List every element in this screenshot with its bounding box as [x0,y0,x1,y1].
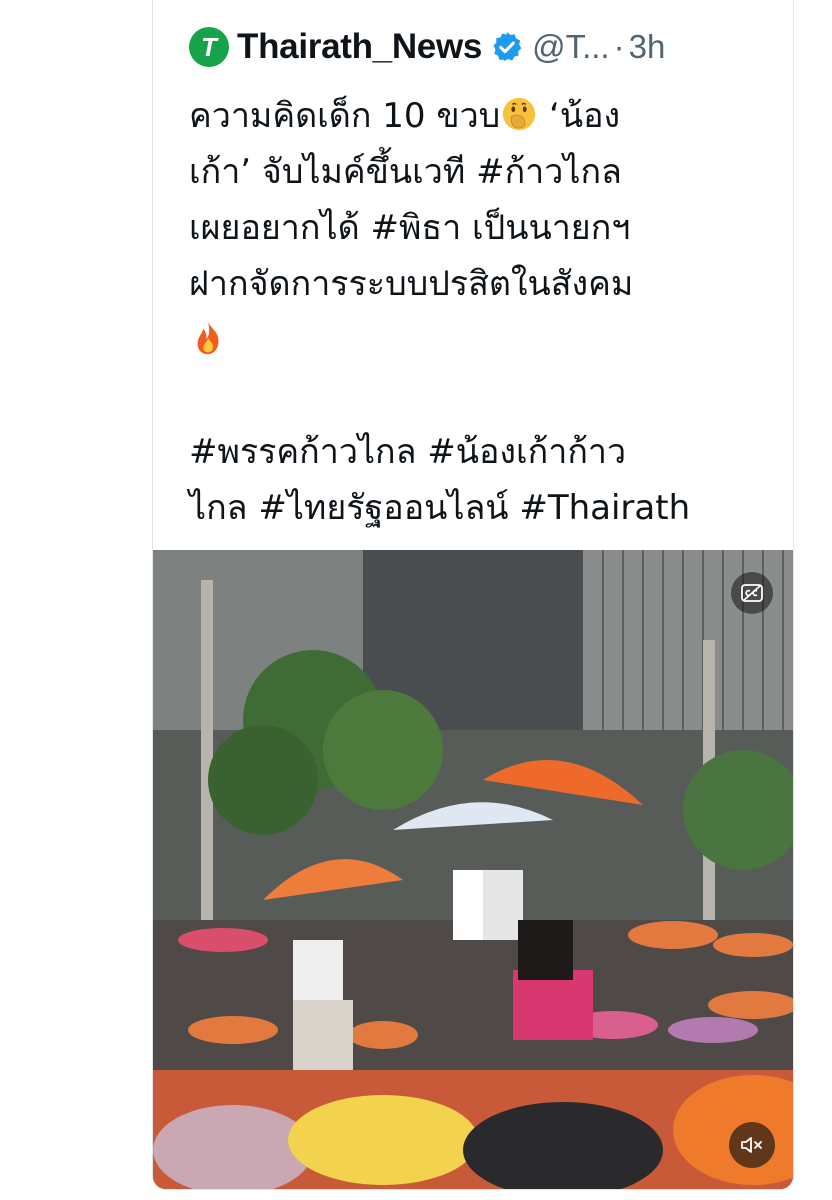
tweet-text-line: เผยอยากได้ #พิธา เป็นนายกฯ [189,208,631,248]
tweet-text-line: ความคิดเด็ก 10 ขวบ ‘น้อง [189,88,769,144]
tweet-timestamp[interactable]: 3h [629,28,666,66]
mute-button[interactable] [729,1122,775,1168]
tweet-video[interactable] [153,550,793,1189]
verified-badge-icon [493,32,522,62]
closed-captions-icon [741,584,763,602]
face-with-hand-over-mouth-icon [503,97,536,131]
text-segment: ‘น้อง [538,96,621,136]
author-avatar[interactable]: T [189,27,229,67]
closed-captions-button[interactable] [731,572,773,614]
author-display-name[interactable]: Thairath_News [237,27,482,67]
fire-icon [197,321,219,355]
tweet-header: T Thairath_News @T... · 3h [189,24,789,70]
text-segment: ความคิดเด็ก 10 ขวบ [189,96,501,136]
tweet-text-line: ฝากจัดการระบบปรสิตในสังคม [189,264,634,304]
separator-dot: · [613,28,625,65]
author-handle[interactable]: @T... [532,28,610,66]
video-thumbnail [153,550,793,1189]
tweet-hashtags-line[interactable]: ไกล #ไทยรัฐออนไลน์ #Thairath [189,480,769,536]
tweet-card[interactable]: T Thairath_News @T... · 3h ความคิดเด็ก 1… [152,0,794,1190]
tweet-text-line [189,312,769,368]
mute-icon [741,1137,762,1153]
tweet-text-line: เก้า’ จับไมค์ขึ้นเวที #ก้าวไกล [189,152,622,192]
avatar-letter: T [201,31,217,62]
tweet-text: ความคิดเด็ก 10 ขวบ ‘น้อง เก้า’ จับไมค์ขึ… [189,88,769,536]
tweet-hashtags-line[interactable]: #พรรคก้าวไกล #น้องเก้าก้าว [189,424,769,480]
